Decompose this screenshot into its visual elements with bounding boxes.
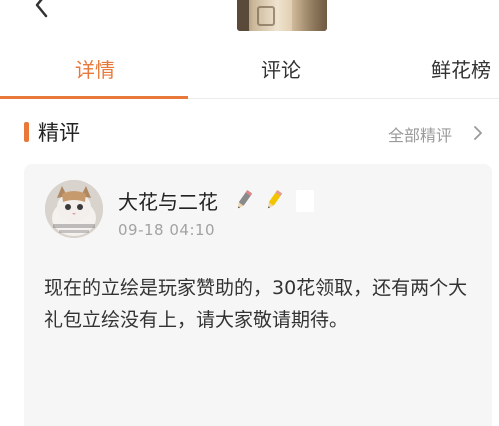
section-accent-bar bbox=[24, 122, 29, 142]
blank-badge-icon bbox=[296, 190, 314, 212]
review-content: 现在的立绘是玩家赞助的，30花领取，还有两个大礼包立绘没有上，请大家敬请期待。 bbox=[44, 277, 468, 331]
avatar[interactable] bbox=[45, 180, 103, 238]
back-arrow-icon[interactable] bbox=[28, 0, 56, 18]
tab-comments[interactable]: 评论 bbox=[246, 50, 316, 90]
screen: 详情 评论 鲜花榜 精评 全部精评 大花与二花 09-18 04:10 现在的立… bbox=[0, 0, 499, 426]
tab-details[interactable]: 详情 bbox=[60, 50, 130, 90]
review-timestamp: 09-18 04:10 bbox=[118, 221, 216, 239]
section-title: 精评 bbox=[38, 121, 80, 145]
active-tab-indicator bbox=[0, 96, 188, 99]
tab-flower-ranking[interactable]: 鲜花榜 bbox=[431, 50, 499, 90]
novel-cover-image[interactable] bbox=[237, 0, 327, 31]
top-bar bbox=[0, 0, 499, 36]
pencil-badge-icon bbox=[238, 190, 253, 209]
chevron-right-icon[interactable] bbox=[472, 124, 484, 142]
all-featured-reviews-link[interactable]: 全部精评 bbox=[388, 122, 452, 146]
tab-bar: 详情 评论 鲜花榜 bbox=[0, 50, 499, 100]
reviewer-name[interactable]: 大花与二花 bbox=[118, 186, 218, 215]
pencil-badge-icon bbox=[268, 190, 283, 209]
